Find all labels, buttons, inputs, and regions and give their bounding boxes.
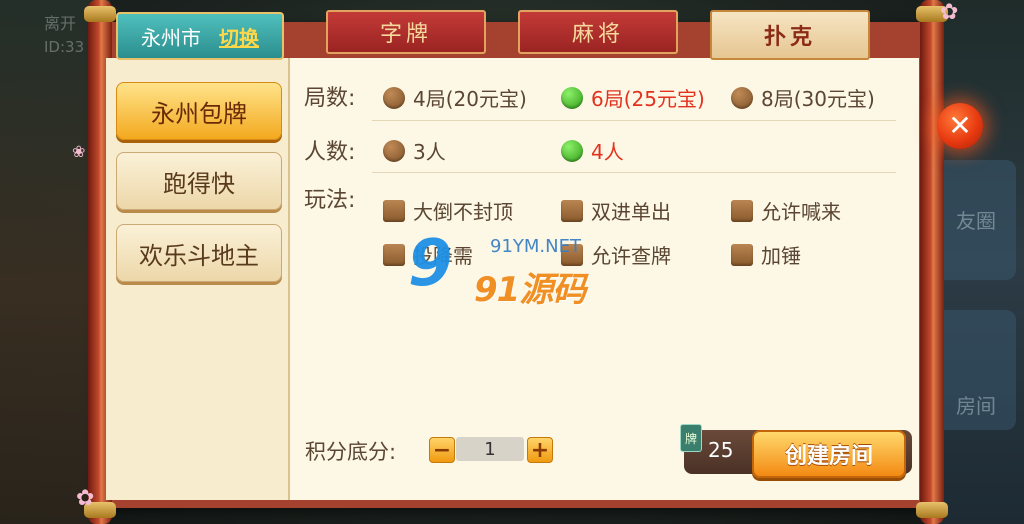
sidebar-item-yongzhou-baopai[interactable]: 永州包牌: [116, 82, 282, 140]
players-option-label: 4人: [591, 140, 624, 164]
cost-value: 25: [708, 438, 734, 462]
players-option-3[interactable]: 3人: [383, 136, 446, 165]
base-score-label: 积分底分:: [305, 440, 397, 464]
room-label: 房间: [956, 394, 996, 418]
rule-option-label: 大倒不封顶: [413, 200, 513, 224]
green-radio-icon: [561, 139, 583, 162]
watermark-logo: 9 91YM.NET 91源码: [408, 227, 618, 310]
round-option-6[interactable]: 6局(25元宝): [561, 83, 705, 112]
watermark-text: 91源码: [474, 270, 586, 310]
checkbox-icon: [731, 243, 753, 266]
user-id: ID:33: [44, 38, 85, 56]
rule-option-jiachui[interactable]: 加锤: [731, 240, 801, 269]
round-option-8[interactable]: 8局(30元宝): [731, 83, 875, 112]
close-icon: ✕: [948, 109, 972, 142]
round-option-label: 8局(30元宝): [761, 87, 875, 111]
card-cost-icon: 牌: [680, 424, 702, 452]
divider: [372, 120, 896, 121]
brown-radio-icon: [383, 86, 405, 109]
players-label: 人数:: [304, 140, 356, 165]
sidebar-item-paodekuai[interactable]: 跑得快: [116, 152, 282, 210]
players-option-4[interactable]: 4人: [561, 136, 624, 165]
rule-option-label: 加锤: [761, 244, 801, 268]
leave-label: 离开: [44, 14, 77, 33]
checkbox-icon: [731, 199, 753, 222]
round-option-label: 4局(20元宝): [413, 87, 527, 111]
rule-option-hanlai[interactable]: 允许喊来: [731, 196, 841, 225]
rule-option-shuangjin[interactable]: 双进单出: [561, 196, 671, 225]
close-button[interactable]: ✕: [937, 103, 983, 149]
tab-majiang[interactable]: 麻将: [518, 10, 678, 54]
city-selector: 永州市 切换: [116, 12, 284, 60]
flower-decoration: ✿: [940, 0, 959, 25]
checkbox-icon: [383, 243, 405, 266]
rules-label: 玩法:: [304, 188, 356, 213]
rule-option-dadao[interactable]: 大倒不封顶: [383, 196, 513, 225]
checkbox-icon: [561, 199, 583, 222]
watermark-url: 91YM.NET: [490, 236, 581, 257]
brown-radio-icon: [731, 86, 753, 109]
flower-decoration: ✿: [76, 486, 95, 511]
divider: [372, 172, 896, 173]
score-value: 1: [456, 437, 524, 461]
round-option-label: 6局(25元宝): [591, 87, 705, 111]
rule-option-label: 允许喊来: [761, 200, 841, 224]
petal-decoration: ❀: [72, 142, 86, 161]
switch-city-link[interactable]: 切换: [219, 22, 259, 51]
round-option-4[interactable]: 4局(20元宝): [383, 83, 527, 112]
players-option-label: 3人: [413, 140, 446, 164]
tab-puke[interactable]: 扑克: [710, 10, 870, 60]
sidebar-item-doudizhu[interactable]: 欢乐斗地主: [116, 224, 282, 282]
watermark-nine: 9: [408, 227, 453, 301]
create-room-button[interactable]: 创建房间: [752, 430, 906, 478]
score-plus-button[interactable]: +: [527, 437, 553, 463]
green-radio-icon: [561, 86, 583, 109]
scroll-rod-right: [916, 0, 948, 524]
tab-zipai[interactable]: 字牌: [326, 10, 486, 54]
score-minus-button[interactable]: −: [429, 437, 455, 463]
friend-circle-label: 友圈: [956, 209, 996, 233]
city-name: 永州市: [141, 25, 201, 50]
brown-radio-icon: [383, 139, 405, 162]
checkbox-icon: [383, 199, 405, 222]
rounds-label: 局数:: [304, 86, 356, 111]
rule-option-label: 双进单出: [591, 200, 671, 224]
